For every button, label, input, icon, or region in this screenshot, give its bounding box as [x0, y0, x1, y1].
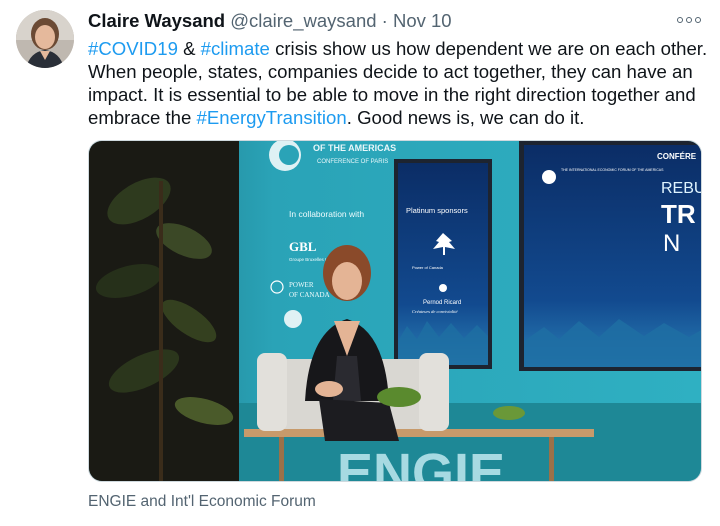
tweet-text: #COVID19 & #climate crisis show us how d… — [88, 37, 708, 129]
author-handle[interactable]: @claire_waysand — [230, 10, 376, 31]
more-horizontal-icon[interactable] — [676, 12, 702, 28]
media-caption: ENGIE and Int'l Economic Forum — [88, 493, 316, 510]
screen2-conf: CONFÉRE — [657, 152, 697, 161]
author-display-name[interactable]: Claire Waysand — [88, 10, 225, 31]
screen2-big2: TR — [661, 199, 696, 229]
tweet-header: Claire Waysand @claire_waysand · Nov 10 — [88, 9, 660, 33]
screen1-sponsor-a: Power of Canada — [412, 265, 444, 270]
screen2-org: THE INTERNATIONAL ECONOMIC FORUM OF THE … — [561, 168, 664, 172]
sponsor-screen — [394, 159, 492, 369]
separator-dot: · — [381, 10, 388, 31]
gbl-logo: GBL — [289, 239, 317, 254]
screen1-title: Platinum sponsors — [406, 206, 468, 215]
more-dot — [677, 17, 683, 23]
conference-stage-photo: OF THE AMERICAS CONFERENCE OF PARIS In c… — [89, 141, 702, 482]
avatar-image — [16, 10, 74, 68]
hashtag-energy-transition[interactable]: #EnergyTransition — [197, 107, 347, 128]
tweet-text-segment: & — [177, 38, 201, 59]
engie-logo: ENGIE — [337, 443, 505, 482]
backdrop-title: OF THE AMERICAS — [313, 143, 396, 153]
screen1-tagline: Créateurs de convivialité — [412, 309, 458, 314]
hashtag-climate[interactable]: #climate — [201, 38, 270, 59]
collab-text: In collaboration with — [289, 209, 364, 219]
screen2-big3: N — [663, 230, 680, 257]
tweet-photo[interactable]: OF THE AMERICAS CONFERENCE OF PARIS In c… — [88, 140, 702, 482]
more-dot — [686, 17, 692, 23]
tweet-date[interactable]: Nov 10 — [393, 10, 452, 31]
screen2-big1: REBU — [661, 180, 702, 197]
tweet-text-segment: . Good news is, we can do it. — [346, 107, 585, 128]
hashtag-covid19[interactable]: #COVID19 — [88, 38, 178, 59]
avatar[interactable] — [16, 10, 74, 68]
screen1-sponsor-b: Pernod Ricard — [423, 300, 461, 306]
more-dot — [695, 17, 701, 23]
power-sub: OF CANADA — [289, 291, 330, 299]
power-text: POWER — [289, 281, 314, 289]
backdrop-subtitle: CONFERENCE OF PARIS — [317, 159, 388, 165]
